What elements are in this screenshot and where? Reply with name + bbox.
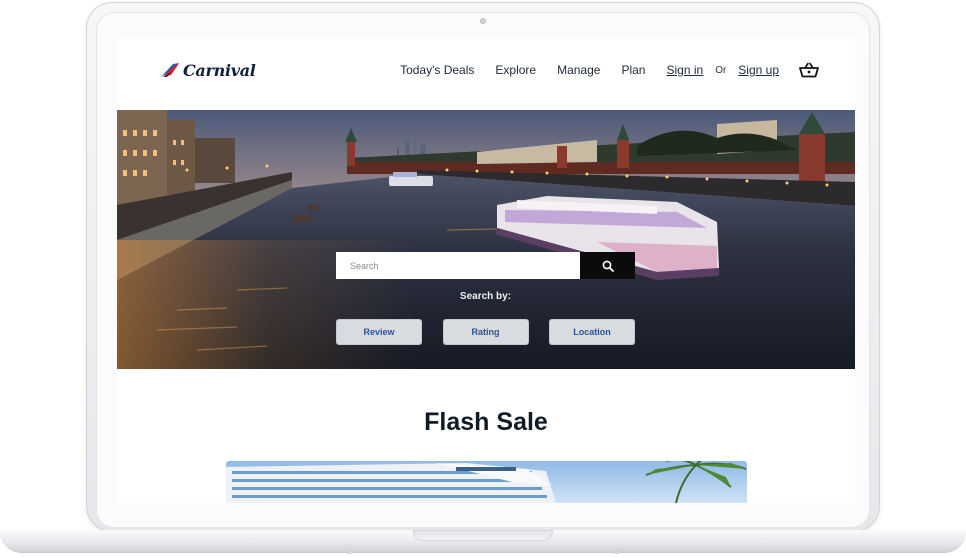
site-header: Carnival Today's Deals Explore Manage Pl… [117,38,855,110]
cruise-ship-image [226,461,747,503]
basket-icon[interactable] [799,62,819,78]
filter-review-button[interactable]: Review [336,319,422,345]
filter-rating-button[interactable]: Rating [442,319,529,345]
laptop-notch [413,530,553,541]
carnival-logo[interactable]: Carnival [159,61,256,80]
browser-screen: Carnival Today's Deals Explore Manage Pl… [117,38,855,503]
logo-wordmark: Carnival [183,61,256,80]
search-filters: Review Rating Location [336,319,635,345]
funnel-logo-icon [161,63,179,77]
search-bar [336,252,635,279]
nav-manage[interactable]: Manage [557,63,600,77]
nav-explore[interactable]: Explore [495,63,536,77]
sign-in-link[interactable]: Sign in [666,63,703,77]
search-button[interactable] [580,252,635,279]
webcam [480,18,486,24]
nav-plan[interactable]: Plan [621,63,645,77]
flash-sale-title: Flash Sale [424,408,548,436]
or-separator: Or [715,64,727,76]
search-icon [602,260,614,272]
flash-sale-ship-image[interactable] [226,461,747,503]
hero-banner: Search by: Review Rating Location [117,110,855,369]
laptop-foot [614,550,620,554]
nav-todays-deals[interactable]: Today's Deals [400,63,474,77]
main-nav: Today's Deals Explore Manage Plan Sign i… [379,62,819,78]
search-input[interactable] [336,252,580,279]
sign-up-link[interactable]: Sign up [738,63,779,77]
search-by-label: Search by: [459,291,512,302]
laptop-foot [346,550,352,554]
filter-location-button[interactable]: Location [549,319,635,345]
